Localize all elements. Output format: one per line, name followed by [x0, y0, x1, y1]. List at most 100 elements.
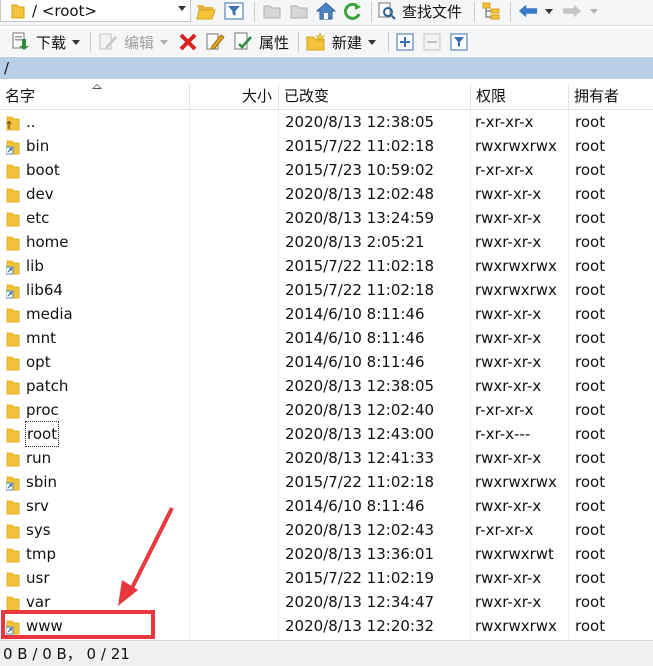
download-button[interactable]: 下载 — [10, 31, 81, 53]
properties-button[interactable]: 属性 — [233, 31, 289, 53]
file-row-name-cell: opt — [6, 350, 51, 374]
file-row-permissions: rwxr-xr-x — [475, 377, 542, 395]
file-row-owner: root — [575, 617, 606, 635]
column-header-permissions[interactable]: 权限 — [471, 84, 569, 110]
file-row-owner: root — [575, 161, 606, 179]
file-row-permissions: rwxrwxrwx — [475, 617, 557, 635]
file-row-owner: root — [575, 425, 606, 443]
file-row-owner: root — [575, 497, 606, 515]
file-row-permissions: r-xr-xr-x — [475, 113, 534, 131]
minus-icon — [423, 33, 441, 51]
filter-icon[interactable] — [224, 1, 244, 21]
file-row[interactable]: etc 2020/8/13 13:24:59 rwxr-xr-x root — [0, 206, 653, 230]
file-row-permissions: rwxr-xr-x — [475, 305, 542, 323]
current-path: / — [4, 59, 10, 77]
file-row[interactable]: media 2014/6/10 8:11:46 rwxr-xr-x root — [0, 302, 653, 326]
file-row-modified: 2020/8/13 13:24:59 — [285, 209, 435, 227]
file-row[interactable]: lib 2015/7/22 11:02:18 rwxrwxrwx root — [0, 254, 653, 278]
back-history-chevron-icon[interactable] — [545, 9, 553, 14]
file-row-modified: 2020/8/13 12:02:48 — [285, 185, 435, 203]
folder-icon — [6, 186, 20, 203]
new-chevron-icon[interactable] — [368, 39, 377, 45]
file-row-owner: root — [575, 377, 606, 395]
file-row[interactable]: home 2020/8/13 2:05:21 rwxr-xr-x root — [0, 230, 653, 254]
file-row-name-cell: .. — [6, 110, 36, 134]
forward-history-chevron-icon[interactable] — [590, 9, 598, 14]
file-row[interactable]: dev 2020/8/13 12:02:48 rwxr-xr-x root — [0, 182, 653, 206]
file-row[interactable]: boot 2015/7/23 10:59:02 r-xr-xr-x root — [0, 158, 653, 182]
file-row[interactable]: sbin 2015/7/22 11:02:18 rwxrwxrwx root — [0, 470, 653, 494]
file-row-permissions: r-xr-xr-x — [475, 401, 534, 419]
back-icon[interactable] — [518, 1, 538, 21]
home-icon[interactable] — [316, 1, 336, 21]
file-row[interactable]: .. 2020/8/13 12:38:05 r-xr-xr-x root — [0, 110, 653, 134]
file-row-name: opt — [26, 353, 51, 371]
open-folder-icon[interactable] — [196, 1, 216, 21]
file-row-name: run — [26, 449, 52, 467]
refresh-icon[interactable] — [343, 1, 363, 21]
column-header-owner[interactable]: 拥有者 — [569, 84, 653, 110]
file-row[interactable]: opt 2014/6/10 8:11:46 rwxr-xr-x root — [0, 350, 653, 374]
delete-button[interactable] — [178, 31, 198, 53]
file-row-modified: 2015/7/22 11:02:18 — [285, 137, 435, 155]
find-files-label: 查找文件 — [402, 2, 463, 21]
file-row-modified: 2020/8/13 12:02:40 — [285, 401, 435, 419]
file-row[interactable]: bin 2015/7/22 11:02:18 rwxrwxrwx root — [0, 134, 653, 158]
file-row-name: bin — [26, 137, 50, 155]
file-row[interactable]: run 2020/8/13 12:41:33 rwxr-xr-x root — [0, 446, 653, 470]
file-row[interactable]: patch 2020/8/13 12:38:05 rwxr-xr-x root — [0, 374, 653, 398]
file-row[interactable]: tmp 2020/8/13 13:36:01 rwxrwxrwt root — [0, 542, 653, 566]
forward-icon[interactable] — [562, 1, 582, 21]
file-row-name-cell: boot — [6, 158, 60, 182]
find-files-button[interactable]: 查找文件 — [378, 0, 462, 22]
select-all-button[interactable] — [396, 31, 414, 53]
column-header-modified[interactable]: 已改变 — [279, 84, 471, 110]
filter-selection-button[interactable] — [450, 31, 468, 53]
properties-icon — [234, 32, 252, 50]
file-row-permissions: rwxr-xr-x — [475, 185, 542, 203]
file-row-owner: root — [575, 449, 606, 467]
file-row[interactable]: mnt 2014/6/10 8:11:46 rwxr-xr-x root — [0, 326, 653, 350]
edit-button[interactable]: 编辑 — [98, 31, 169, 53]
file-row[interactable]: lib64 2015/7/22 11:02:18 rwxrwxrwx root — [0, 278, 653, 302]
file-row-modified: 2015/7/22 11:02:18 — [285, 473, 435, 491]
file-row[interactable]: usr 2015/7/22 11:02:19 rwxr-xr-x root — [0, 566, 653, 590]
new-label: 新建 — [332, 33, 363, 52]
file-row-modified: 2020/8/13 12:43:00 — [285, 425, 435, 443]
root-dir-icon[interactable] — [289, 1, 309, 21]
file-row[interactable]: sys 2020/8/13 12:02:43 r-xr-xr-x root — [0, 518, 653, 542]
parent-dir-icon[interactable] — [262, 1, 282, 21]
file-row-owner: root — [575, 545, 606, 563]
funnel-icon — [450, 33, 468, 51]
download-chevron-icon[interactable] — [72, 39, 81, 45]
file-row-name-cell: lib — [5, 254, 44, 278]
column-header-size[interactable]: 大小 — [190, 84, 279, 110]
new-button[interactable]: 新建 — [306, 31, 377, 53]
file-row-permissions: rwxr-xr-x — [475, 353, 542, 371]
tree-view-icon[interactable] — [482, 1, 502, 21]
file-row-modified: 2020/8/13 12:02:43 — [285, 521, 435, 539]
file-row-owner: root — [575, 521, 606, 539]
edit-chevron-icon[interactable] — [160, 39, 169, 45]
parent-folder-icon — [6, 114, 20, 131]
file-row-modified: 2020/8/13 12:41:33 — [285, 449, 435, 467]
file-row[interactable]: proc 2020/8/13 12:02:40 r-xr-xr-x root — [0, 398, 653, 422]
path-dropdown[interactable]: / <root> — [0, 0, 191, 22]
file-row-modified: 2020/8/13 13:36:01 — [285, 545, 435, 563]
rename-button[interactable] — [205, 31, 225, 53]
unselect-all-button[interactable] — [423, 31, 441, 53]
file-row-name-cell: mnt — [6, 326, 56, 350]
file-row-permissions: rwxr-xr-x — [475, 497, 542, 515]
file-row-name-cell: root — [6, 421, 60, 447]
file-row-permissions: rwxr-xr-x — [475, 329, 542, 347]
column-header-name[interactable]: 名字 — [0, 84, 190, 110]
file-row-permissions: rwxr-xr-x — [475, 449, 542, 467]
file-row[interactable]: srv 2014/6/10 8:11:46 rwxr-xr-x root — [0, 494, 653, 518]
chevron-down-icon[interactable] — [178, 6, 186, 11]
file-row-name-cell: proc — [6, 398, 59, 422]
file-row-permissions: r-xr-xr-x — [475, 521, 534, 539]
file-row-name: media — [26, 305, 73, 323]
file-row-name-cell: run — [6, 446, 51, 470]
file-row-owner: root — [575, 233, 606, 251]
file-row[interactable]: root 2020/8/13 12:43:00 r-xr-x--- root — [0, 421, 653, 447]
